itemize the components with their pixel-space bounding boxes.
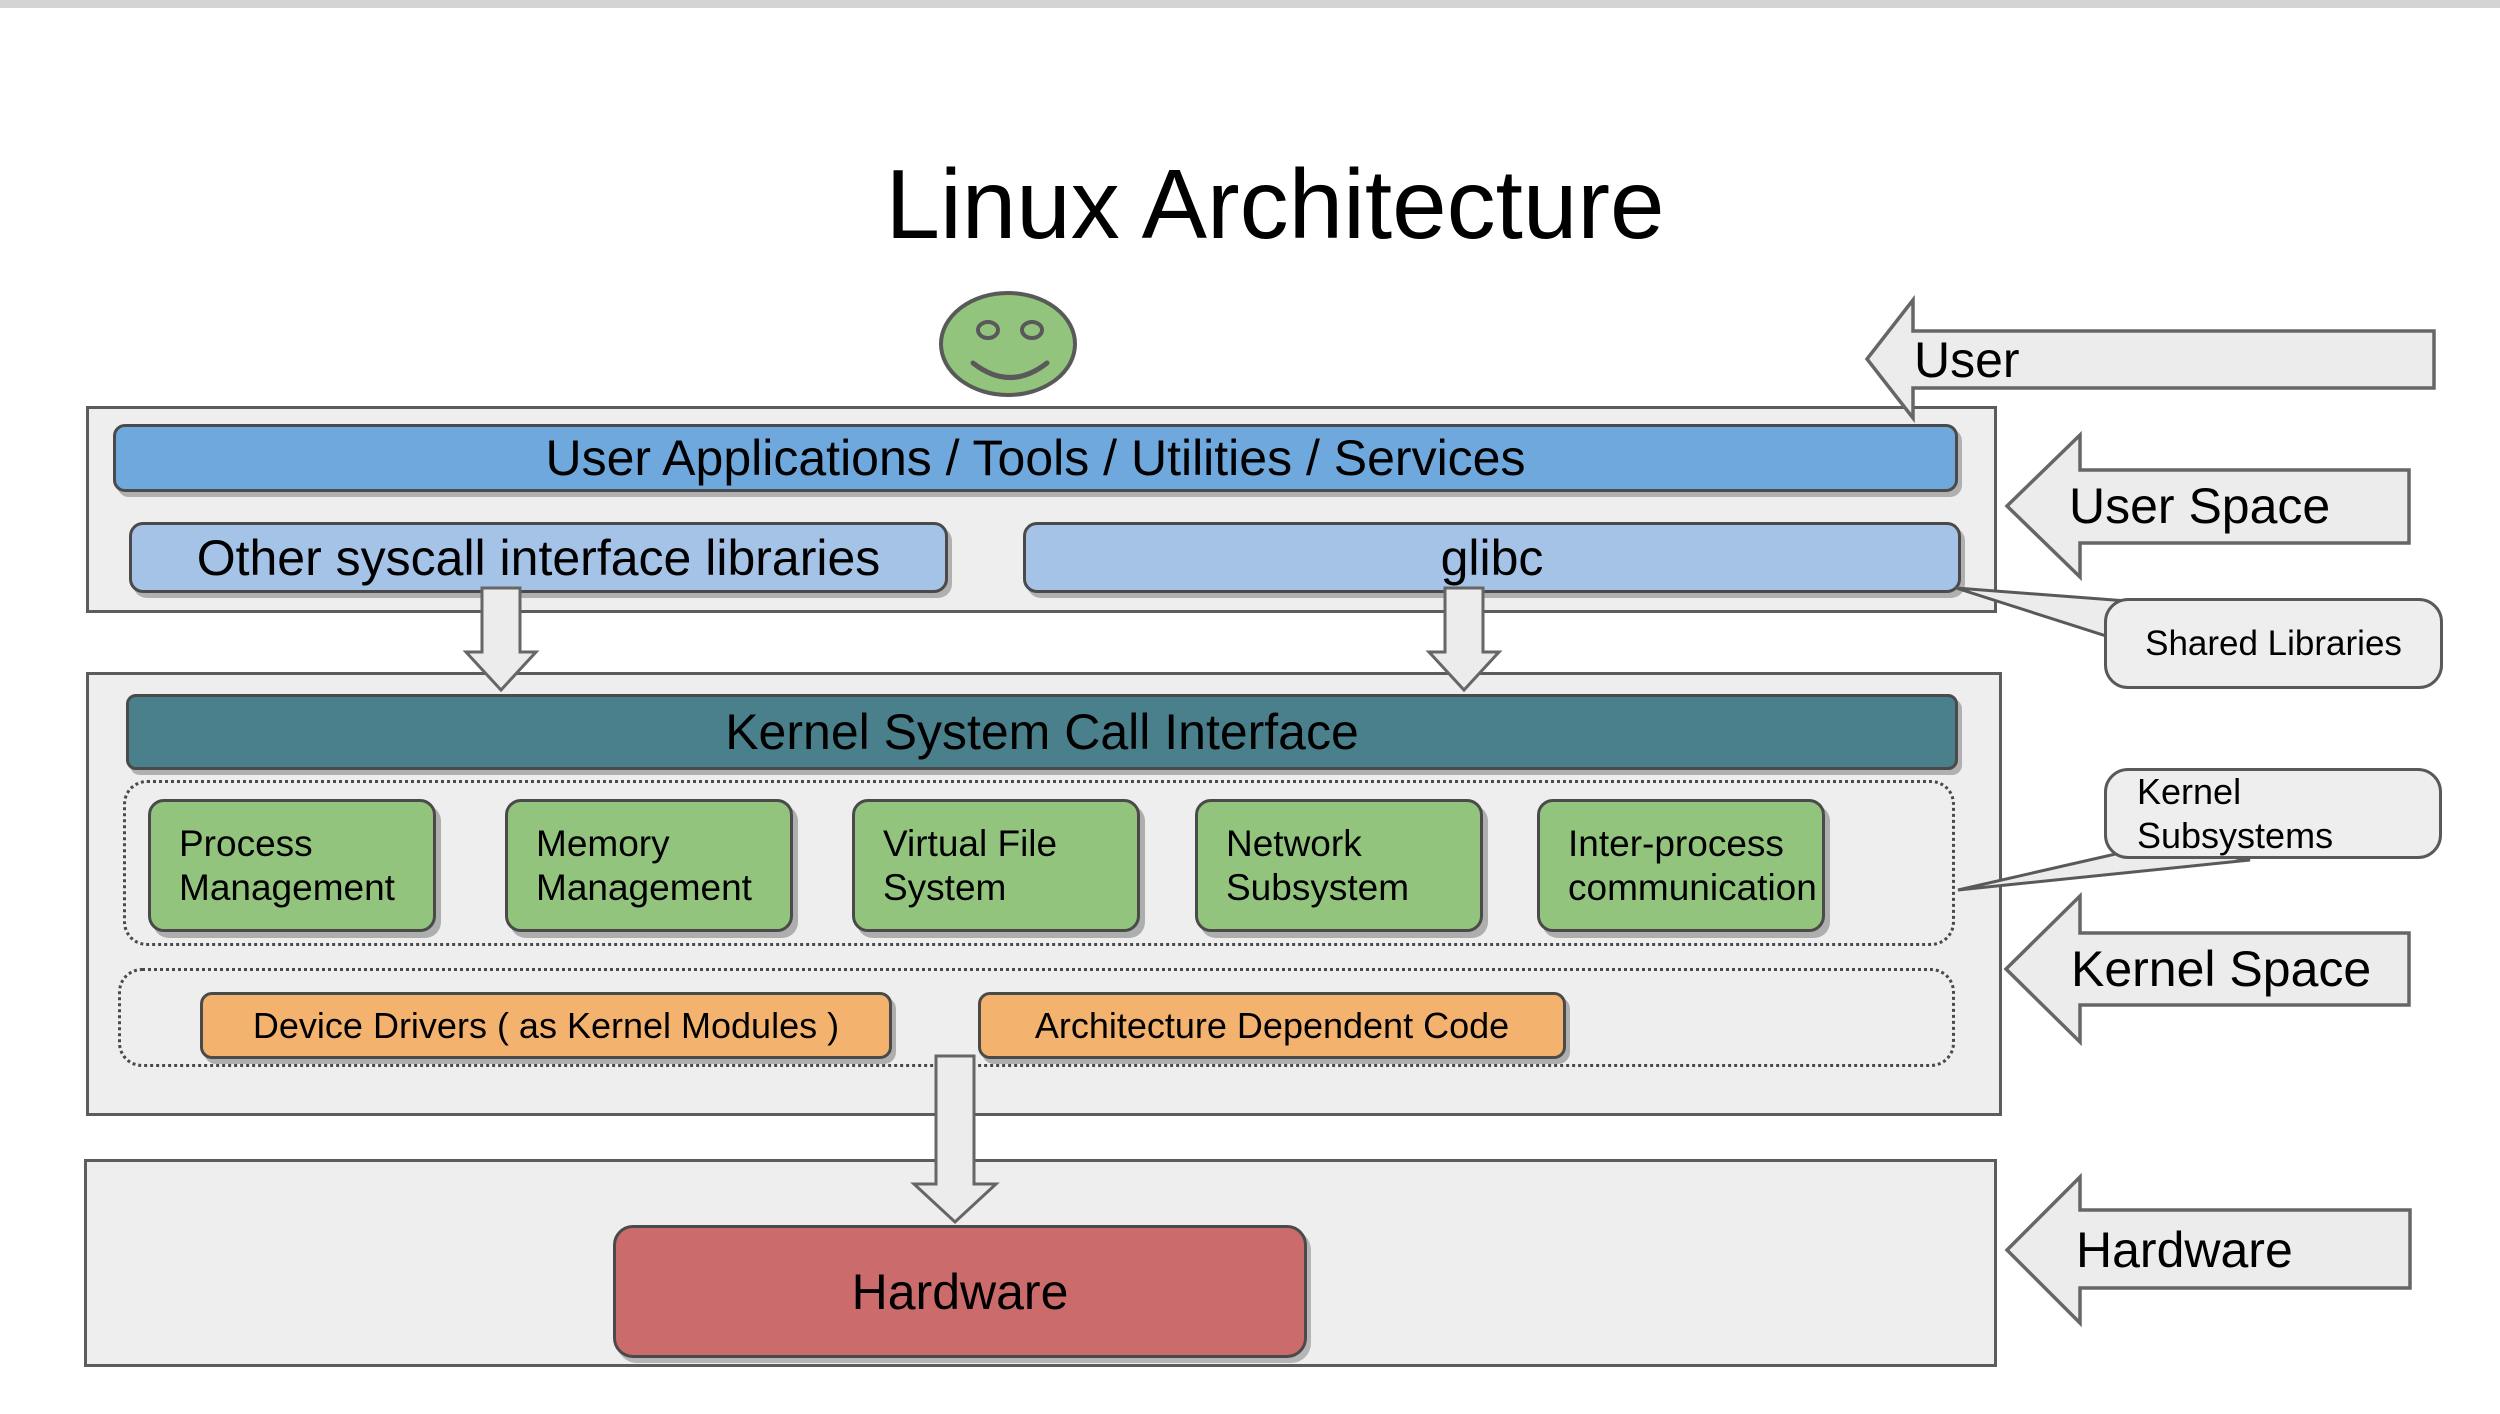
- subsystem-label: communication: [1568, 866, 1822, 910]
- subsystem-label: Management: [179, 866, 433, 910]
- glibc-box: glibc: [1023, 522, 1961, 593]
- kernel-subsystems-callout: Kernel Subsystems: [2104, 768, 2442, 859]
- hardware-container: Hardware: [84, 1159, 1997, 1367]
- kernel-subsystems-callout-label: Kernel: [2137, 770, 2241, 814]
- user-arrow-label: User: [1914, 334, 2020, 386]
- top-border-strip: [0, 0, 2500, 8]
- subsystem-label: Subsystem: [1226, 866, 1480, 910]
- kernel-subsystems-callout-label: Subsystems: [2137, 814, 2333, 858]
- kernel-modules-group: Device Drivers ( as Kernel Modules ) Arc…: [118, 968, 1955, 1067]
- kernel-subsystems-group: Process Management Memory Management Vir…: [123, 780, 1955, 946]
- user-apps-bar-label: User Applications / Tools / Utilities / …: [545, 429, 1525, 487]
- user-apps-bar: User Applications / Tools / Utilities / …: [113, 424, 1958, 492]
- diagram-title: Linux Architecture: [775, 148, 1775, 260]
- subsystem-label: Network: [1226, 822, 1480, 866]
- shared-libraries-callout: Shared Libraries: [2104, 598, 2443, 689]
- hardware-box: Hardware: [613, 1225, 1307, 1358]
- glibc-label: glibc: [1441, 529, 1544, 587]
- subsystem-box-memory-management: Memory Management: [505, 799, 793, 932]
- kernel-space-container: Kernel System Call Interface Process Man…: [86, 672, 2002, 1116]
- subsystem-label: Memory: [536, 822, 790, 866]
- device-drivers-label: Device Drivers ( as Kernel Modules ): [253, 1005, 839, 1047]
- user-space-container: User Applications / Tools / Utilities / …: [86, 406, 1997, 613]
- subsystem-label: Process: [179, 822, 433, 866]
- kernel-space-arrow-label: Kernel Space: [2071, 944, 2371, 994]
- architecture-dependent-code-label: Architecture Dependent Code: [1035, 1005, 1509, 1047]
- subsystem-label: Virtual File: [883, 822, 1137, 866]
- device-drivers-box: Device Drivers ( as Kernel Modules ): [200, 992, 892, 1059]
- kernel-syscall-interface-label: Kernel System Call Interface: [725, 703, 1359, 761]
- other-syscall-libraries-box: Other syscall interface libraries: [129, 522, 948, 593]
- subsystem-label: Inter-process: [1568, 822, 1822, 866]
- architecture-dependent-code-box: Architecture Dependent Code: [978, 992, 1566, 1059]
- subsystem-box-virtual-file-system: Virtual File System: [852, 799, 1140, 932]
- subsystem-label: Management: [536, 866, 790, 910]
- hardware-box-label: Hardware: [852, 1263, 1069, 1321]
- subsystem-box-network-subsystem: Network Subsystem: [1195, 799, 1483, 932]
- subsystem-box-inter-process-communication: Inter-process communication: [1537, 799, 1825, 932]
- user-space-arrow-label: User Space: [2069, 481, 2330, 531]
- shared-libraries-callout-label: Shared Libraries: [2145, 624, 2402, 664]
- smiley-face-icon: [941, 293, 1075, 395]
- subsystem-box-process-management: Process Management: [148, 799, 436, 932]
- hardware-arrow-label: Hardware: [2076, 1224, 2293, 1276]
- subsystem-label: System: [883, 866, 1137, 910]
- other-syscall-libraries-label: Other syscall interface libraries: [197, 529, 881, 587]
- kernel-syscall-interface-bar: Kernel System Call Interface: [126, 694, 1958, 770]
